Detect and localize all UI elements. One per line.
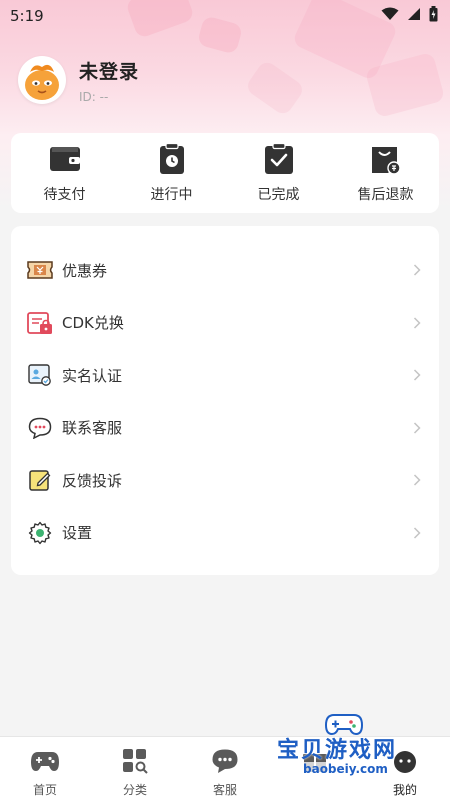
- menu-item-coupon[interactable]: 优惠券: [11, 244, 439, 297]
- chevron-right-icon: [413, 368, 423, 382]
- order-label: 进行中: [150, 187, 193, 203]
- clock-clipboard-icon: [155, 142, 189, 176]
- tab-home[interactable]: 首页: [0, 737, 90, 800]
- menu-label: 联系客服: [62, 419, 123, 438]
- menu-label: 设置: [62, 524, 93, 543]
- chevron-right-icon: [413, 263, 423, 277]
- chevron-right-icon: [413, 316, 423, 330]
- feedback-edit-icon: [27, 467, 53, 493]
- user-id-label: ID: --: [79, 89, 109, 104]
- watermark: 宝贝游戏网 baobeiy.com: [272, 712, 422, 782]
- menu-item-feedback[interactable]: 反馈投诉: [11, 454, 439, 507]
- watermark-text: 宝贝游戏网: [277, 738, 398, 763]
- coupon-icon: [27, 257, 53, 283]
- menu-card: 优惠券 CDK兑换 实名认证 联系客服 反馈投诉 设置: [11, 226, 439, 575]
- battery-icon: [429, 6, 438, 26]
- wallet-icon: [48, 142, 82, 176]
- menu-label: 优惠券: [62, 261, 108, 280]
- tab-customer-service[interactable]: 客服: [180, 737, 270, 800]
- gear-icon: [27, 520, 53, 546]
- menu-item-customer-service[interactable]: 联系客服: [11, 402, 439, 455]
- status-bar: 5:19: [0, 0, 450, 32]
- order-refund[interactable]: 售后退款: [332, 133, 439, 213]
- menu-item-cdk[interactable]: CDK兑换: [11, 297, 439, 350]
- menu-item-settings[interactable]: 设置: [11, 507, 439, 560]
- chat-icon: [210, 747, 240, 775]
- tab-label: 首页: [32, 783, 57, 797]
- order-pending-payment[interactable]: 待支付: [11, 133, 118, 213]
- tab-label: 分类: [122, 783, 147, 797]
- check-clipboard-icon: [262, 142, 296, 176]
- order-label: 售后退款: [357, 187, 414, 203]
- order-label: 待支付: [43, 187, 86, 203]
- order-in-progress[interactable]: 进行中: [118, 133, 225, 213]
- menu-item-real-name[interactable]: 实名认证: [11, 349, 439, 402]
- tab-label: 客服: [212, 783, 237, 797]
- tab-category[interactable]: 分类: [90, 737, 180, 800]
- menu-label: 实名认证: [62, 366, 123, 385]
- orders-card: 待支付 进行中 已完成 售后退款: [11, 133, 439, 213]
- username-label[interactable]: 未登录: [79, 57, 139, 84]
- cdk-icon: [27, 310, 53, 336]
- order-label: 已完成: [257, 187, 300, 203]
- avatar[interactable]: [18, 56, 66, 104]
- chevron-right-icon: [413, 421, 423, 435]
- wifi-icon: [381, 7, 399, 25]
- chevron-right-icon: [413, 526, 423, 540]
- menu-label: 反馈投诉: [62, 471, 123, 490]
- chat-bubble-icon: [27, 415, 53, 441]
- signal-icon: [407, 7, 421, 25]
- avatar-mascot-icon: [25, 64, 59, 100]
- gamepad-icon: [30, 747, 60, 775]
- chevron-right-icon: [413, 473, 423, 487]
- profile-section[interactable]: 未登录 ID: --: [18, 56, 139, 104]
- tab-label: 我的: [392, 783, 417, 797]
- order-completed[interactable]: 已完成: [225, 133, 332, 213]
- id-card-icon: [27, 362, 53, 388]
- status-time: 5:19: [10, 7, 44, 25]
- refund-bag-icon: [369, 142, 403, 176]
- menu-label: CDK兑换: [62, 314, 124, 333]
- watermark-url: baobeiy.com: [300, 762, 391, 776]
- grid-search-icon: [120, 747, 150, 775]
